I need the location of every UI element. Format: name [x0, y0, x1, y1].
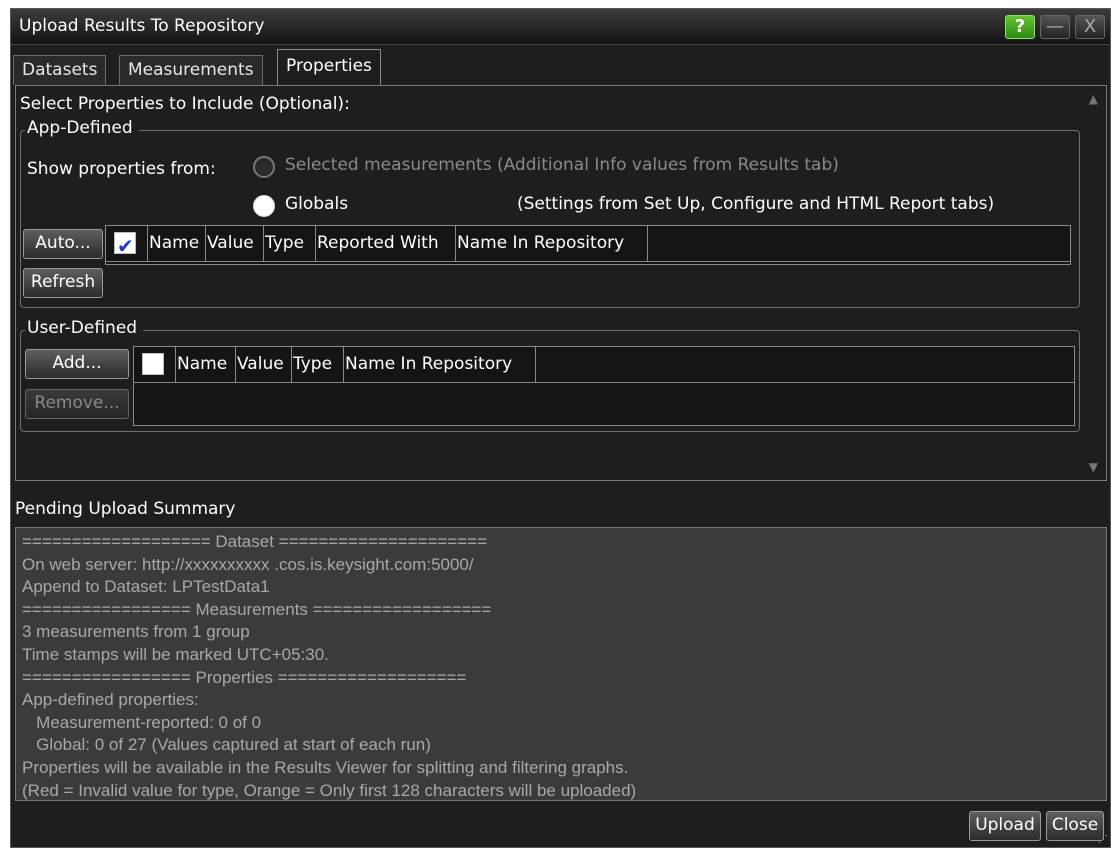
upload-summary-text: =================== Dataset ============…	[15, 527, 1107, 801]
properties-panel: ▲ ▼ Select Properties to Include (Option…	[15, 85, 1107, 481]
globals-note: (Settings from Set Up, Configure and HTM…	[517, 194, 995, 214]
summary-line: ================= Measurements =========…	[22, 599, 492, 619]
tab-datasets[interactable]: Datasets	[13, 55, 107, 85]
summary-line: Properties will be available in the Resu…	[22, 757, 629, 777]
remove-button[interactable]: Remove...	[25, 389, 129, 419]
column-header[interactable]: Name	[148, 226, 206, 262]
summary-line: On web server: http://xxxxxxxxxx .cos.is…	[22, 554, 474, 574]
help-icon[interactable]: ?	[1005, 15, 1035, 39]
column-header[interactable]: Type	[292, 347, 344, 383]
refresh-button[interactable]: Refresh	[23, 268, 103, 298]
summary-line: ================= Properties ===========…	[22, 667, 467, 687]
close-button[interactable]: Close	[1046, 811, 1104, 841]
select-all-cell	[134, 347, 176, 383]
column-header[interactable]: Name	[176, 347, 236, 383]
tab-measurements[interactable]: Measurements	[119, 55, 263, 85]
summary-line: Measurement-reported: 0 of 0	[22, 712, 262, 732]
column-header[interactable]: Value	[206, 226, 264, 262]
select-all-checkbox[interactable]	[142, 353, 164, 375]
check-icon: ✔	[117, 234, 134, 258]
summary-line: 3 measurements from 1 group	[22, 622, 250, 642]
show-from-label: Show properties from:	[27, 159, 216, 179]
properties-heading: Select Properties to Include (Optional):	[20, 94, 350, 114]
radio-selected-measurements-label: Selected measurements (Additional Info v…	[285, 155, 839, 175]
radio-globals-label: Globals	[285, 194, 349, 214]
summary-line: App-defined properties:	[22, 690, 199, 710]
scroll-down-icon[interactable]: ▼	[1089, 460, 1098, 474]
table-header: ✔ Name Value Type Reported With Name In …	[106, 226, 1070, 262]
summary-label: Pending Upload Summary	[15, 499, 236, 519]
column-header[interactable]: Reported With	[316, 226, 456, 262]
select-all-checkbox[interactable]: ✔	[114, 232, 136, 258]
app-defined-legend: App-Defined	[25, 118, 139, 138]
close-icon[interactable]: X	[1075, 15, 1105, 39]
user-defined-legend: User-Defined	[25, 318, 144, 338]
user-defined-group: User-Defined Add... Remove... Name Value…	[20, 318, 1080, 432]
summary-line: Time stamps will be marked UTC+05:30.	[22, 644, 329, 664]
select-all-cell: ✔	[106, 226, 148, 262]
column-header[interactable]: Value	[236, 347, 292, 383]
summary-line: Global: 0 of 27 (Values captured at star…	[22, 735, 431, 755]
tab-properties[interactable]: Properties	[277, 49, 381, 86]
title-bar: Upload Results To Repository ? — X	[11, 9, 1110, 45]
app-defined-table: ✔ Name Value Type Reported With Name In …	[105, 225, 1071, 265]
column-header[interactable]: Name In Repository	[344, 347, 536, 383]
minimize-icon[interactable]: —	[1040, 15, 1070, 39]
upload-dialog: Upload Results To Repository ? — X Datas…	[10, 8, 1111, 848]
window-title: Upload Results To Repository	[19, 16, 265, 36]
app-defined-group: App-Defined Show properties from: Select…	[20, 118, 1080, 308]
scroll-up-icon[interactable]: ▲	[1089, 92, 1098, 106]
resize-grip-icon[interactable]: ⋰	[1098, 834, 1108, 845]
add-button[interactable]: Add...	[25, 349, 129, 379]
column-header[interactable]: Type	[264, 226, 316, 262]
summary-line: =================== Dataset ============…	[22, 532, 488, 551]
user-defined-table: Name Value Type Name In Repository	[133, 346, 1075, 426]
auto-button[interactable]: Auto...	[23, 229, 103, 259]
radio-globals[interactable]	[253, 195, 275, 217]
column-header[interactable]: Name In Repository	[456, 226, 648, 262]
radio-selected-measurements[interactable]	[253, 156, 275, 178]
summary-line: Append to Dataset: LPTestData1	[22, 577, 270, 597]
tab-bar: Datasets Measurements Properties	[11, 47, 1110, 86]
summary-line: (Red = Invalid value for type, Orange = …	[22, 780, 637, 800]
table-header: Name Value Type Name In Repository	[134, 347, 1074, 383]
upload-button[interactable]: Upload	[969, 811, 1041, 841]
